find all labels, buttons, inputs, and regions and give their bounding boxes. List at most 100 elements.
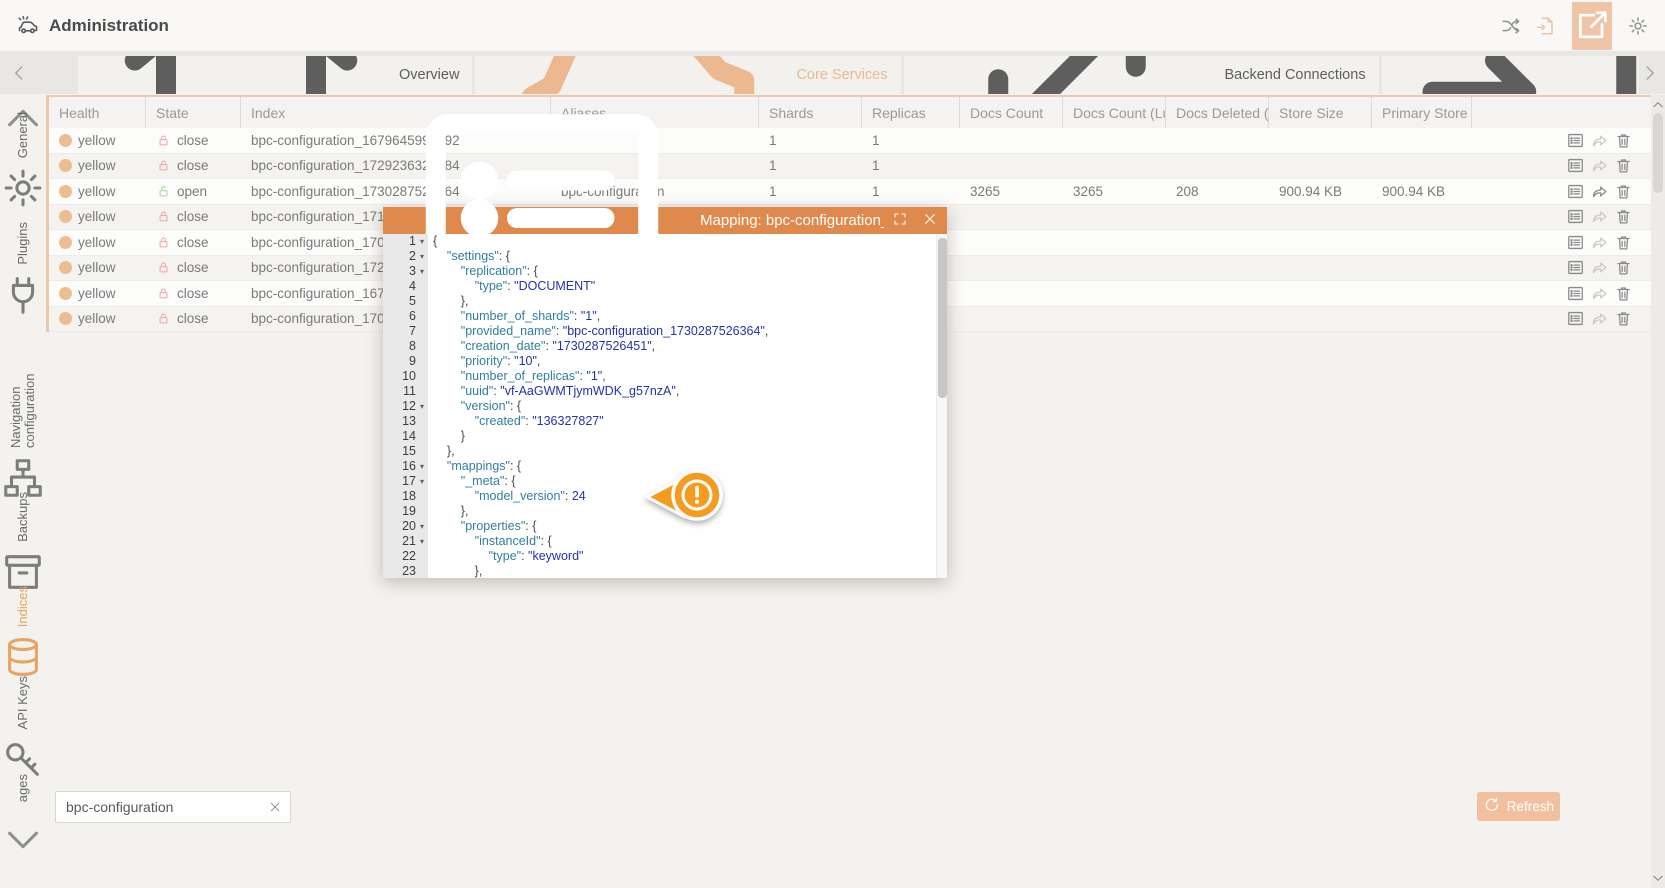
show-mapping-button[interactable] bbox=[1566, 156, 1585, 175]
tabs-scroll-left-chevron-icon[interactable] bbox=[8, 52, 30, 94]
gutter-line-number: 5 bbox=[383, 294, 428, 309]
sidebar-item-label: Navigation configuration bbox=[8, 373, 37, 448]
docs-count-lucene-cell bbox=[1063, 154, 1166, 179]
code-text: "number_of_shards": "1", bbox=[460, 309, 601, 323]
refresh-button[interactable]: Refresh bbox=[1477, 792, 1560, 821]
file-export-icon[interactable] bbox=[1535, 15, 1557, 37]
fold-toggle-icon[interactable]: ▾ bbox=[416, 399, 428, 414]
share-index-button[interactable] bbox=[1590, 207, 1609, 226]
gutter-line-number[interactable]: 17 ▾ bbox=[383, 474, 428, 489]
delete-index-button[interactable] bbox=[1614, 207, 1633, 226]
show-mapping-button[interactable] bbox=[1566, 258, 1585, 277]
shards-cell: 1 bbox=[769, 183, 777, 199]
lock-closed-icon bbox=[156, 209, 171, 224]
docs-count-cell bbox=[960, 307, 1063, 332]
health-cell: yellow bbox=[49, 179, 146, 204]
column-header-state: State bbox=[146, 97, 241, 128]
scrollbar-thumb[interactable] bbox=[1653, 113, 1663, 193]
docs-deleted-cell bbox=[1166, 128, 1269, 153]
sidebar-item-general[interactable]: General bbox=[0, 112, 46, 216]
delete-index-button[interactable] bbox=[1614, 131, 1633, 150]
fold-toggle-icon[interactable]: ▾ bbox=[416, 264, 428, 279]
modal-scrollbar[interactable] bbox=[936, 234, 947, 578]
tab-replication[interactable]: Replication bbox=[1381, 56, 1639, 94]
fold-toggle-icon[interactable]: ▾ bbox=[416, 534, 428, 549]
gutter-line-number[interactable]: 2 ▾ bbox=[383, 249, 428, 264]
sidebar-item-navigation-configuration[interactable]: Navigation configuration bbox=[0, 328, 46, 506]
modal-scrollbar-thumb[interactable] bbox=[938, 238, 947, 398]
fold-toggle-icon[interactable]: ▾ bbox=[416, 249, 428, 264]
gutter-line-number[interactable]: 21 ▾ bbox=[383, 534, 428, 549]
code-text: "settings": { bbox=[446, 249, 510, 263]
sidebar-item-label: General bbox=[15, 112, 30, 159]
share-index-button[interactable] bbox=[1590, 284, 1609, 303]
delete-index-button[interactable] bbox=[1614, 258, 1633, 277]
show-mapping-button[interactable] bbox=[1566, 131, 1585, 150]
show-mapping-button[interactable] bbox=[1566, 309, 1585, 328]
docs-deleted-cell bbox=[1166, 205, 1269, 230]
gear-icon[interactable] bbox=[1627, 15, 1649, 37]
code-line: 5 }, bbox=[383, 294, 947, 309]
search-input[interactable] bbox=[64, 798, 268, 816]
code-line: 13 "created": "136327827" bbox=[383, 414, 947, 429]
delete-index-button[interactable] bbox=[1614, 156, 1633, 175]
gutter-line-number[interactable]: 20 ▾ bbox=[383, 519, 428, 534]
health-label: yellow bbox=[78, 158, 116, 174]
tab-backend-connections[interactable]: Backend Connections bbox=[903, 56, 1379, 94]
lock-closed-icon bbox=[156, 311, 171, 326]
application-window: Administration Overview Core Services Back… bbox=[0, 0, 1665, 888]
gutter-line-number[interactable]: 16 ▾ bbox=[383, 459, 428, 474]
share-index-button[interactable] bbox=[1590, 182, 1609, 201]
share-icon[interactable] bbox=[1572, 1, 1612, 50]
show-mapping-button[interactable] bbox=[1566, 182, 1585, 201]
modal-expand-button[interactable] bbox=[892, 213, 908, 229]
fold-toggle-icon[interactable]: ▾ bbox=[416, 459, 428, 474]
share-index-button[interactable] bbox=[1590, 309, 1609, 328]
delete-index-button[interactable] bbox=[1614, 233, 1633, 252]
fold-toggle-icon[interactable]: ▾ bbox=[416, 474, 428, 489]
scroll-down-arrow-icon[interactable] bbox=[1651, 871, 1665, 885]
sidebar-item-api-keys[interactable]: API Keys bbox=[0, 676, 46, 787]
delete-index-button[interactable] bbox=[1614, 182, 1633, 201]
show-mapping-button[interactable] bbox=[1566, 284, 1585, 303]
state-label: close bbox=[177, 234, 209, 250]
sidebar-item-plugins[interactable]: Plugins bbox=[0, 222, 46, 323]
fold-toggle-icon[interactable]: ▾ bbox=[416, 519, 428, 534]
code-text: "number_of_replicas": "1", bbox=[460, 369, 606, 383]
delete-index-button[interactable] bbox=[1614, 309, 1633, 328]
gutter-line-number[interactable]: 12 ▾ bbox=[383, 399, 428, 414]
show-mapping-button[interactable] bbox=[1566, 207, 1585, 226]
line-number: 4 bbox=[409, 279, 416, 293]
sidebar-item-label: Indices bbox=[15, 586, 30, 628]
modal-close-button[interactable] bbox=[922, 213, 938, 229]
scroll-up-arrow-icon[interactable] bbox=[1651, 98, 1665, 112]
code-text: { bbox=[433, 234, 438, 248]
tabs-scroll-right-chevron-icon[interactable] bbox=[1639, 52, 1661, 94]
replicas-cell: 1 bbox=[872, 132, 880, 148]
sidebar-scroll-down-chevron-icon[interactable] bbox=[0, 816, 46, 862]
show-mapping-button[interactable] bbox=[1566, 233, 1585, 252]
docs-deleted-cell bbox=[1166, 230, 1269, 255]
state-cell: close bbox=[146, 154, 241, 179]
code-line: 4 "type": "DOCUMENT" bbox=[383, 279, 947, 294]
clear-search-icon[interactable] bbox=[268, 800, 282, 814]
refresh-icon bbox=[1483, 796, 1501, 817]
share-index-button[interactable] bbox=[1590, 131, 1609, 150]
share-index-button[interactable] bbox=[1590, 156, 1609, 175]
sidebar-item-indices[interactable]: Indices bbox=[0, 586, 46, 685]
line-number: 22 bbox=[402, 549, 416, 563]
code-line: 15 }, bbox=[383, 444, 947, 459]
share-index-button[interactable] bbox=[1590, 233, 1609, 252]
health-cell: yellow bbox=[49, 307, 146, 332]
code-line: 21 ▾ "instanceId": { bbox=[383, 534, 947, 549]
share-index-button[interactable] bbox=[1590, 258, 1609, 277]
gutter-line-number[interactable]: 3 ▾ bbox=[383, 264, 428, 279]
sidebar-item-ages[interactable]: ages bbox=[0, 774, 46, 802]
column-header-shards: Shards bbox=[759, 97, 862, 128]
main-scrollbar[interactable] bbox=[1651, 95, 1665, 888]
delete-index-button[interactable] bbox=[1614, 284, 1633, 303]
sidebar-item-backups[interactable]: Backups bbox=[0, 492, 46, 600]
gutter-line-number[interactable]: 1 ▾ bbox=[383, 234, 428, 249]
shuffle-icon[interactable] bbox=[1500, 15, 1522, 37]
fold-toggle-icon[interactable]: ▾ bbox=[416, 234, 428, 249]
